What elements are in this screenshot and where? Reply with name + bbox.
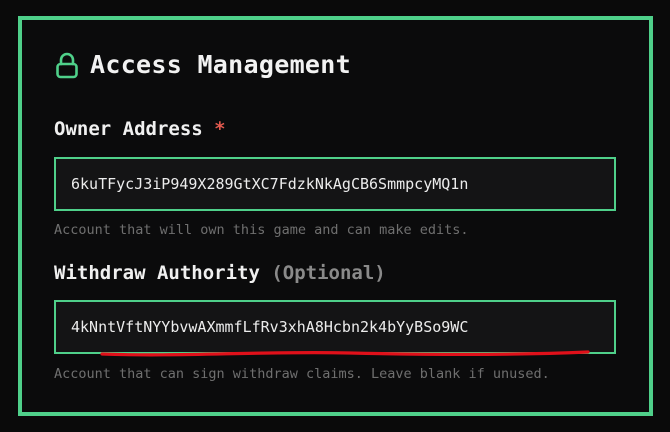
optional-marker: (Optional) <box>271 262 386 284</box>
access-management-panel: Access Management Owner Address * Accoun… <box>18 16 653 416</box>
lock-icon <box>56 52 78 78</box>
owner-address-label: Owner Address * <box>54 118 226 140</box>
withdraw-authority-field[interactable] <box>54 300 616 357</box>
section-header: Access Management <box>54 50 351 79</box>
owner-address-field[interactable] <box>54 157 616 211</box>
withdraw-authority-label: Withdraw Authority (Optional) <box>54 262 386 284</box>
section-title: Access Management <box>90 50 351 79</box>
withdraw-authority-hint: Account that can sign withdraw claims. L… <box>54 366 550 382</box>
owner-address-input[interactable] <box>56 159 614 209</box>
required-marker: * <box>214 118 226 140</box>
owner-address-hint: Account that will own this game and can … <box>54 222 469 238</box>
withdraw-authority-input[interactable] <box>56 302 614 352</box>
owner-address-label-text: Owner Address <box>54 118 203 140</box>
withdraw-authority-label-text: Withdraw Authority <box>54 262 260 284</box>
